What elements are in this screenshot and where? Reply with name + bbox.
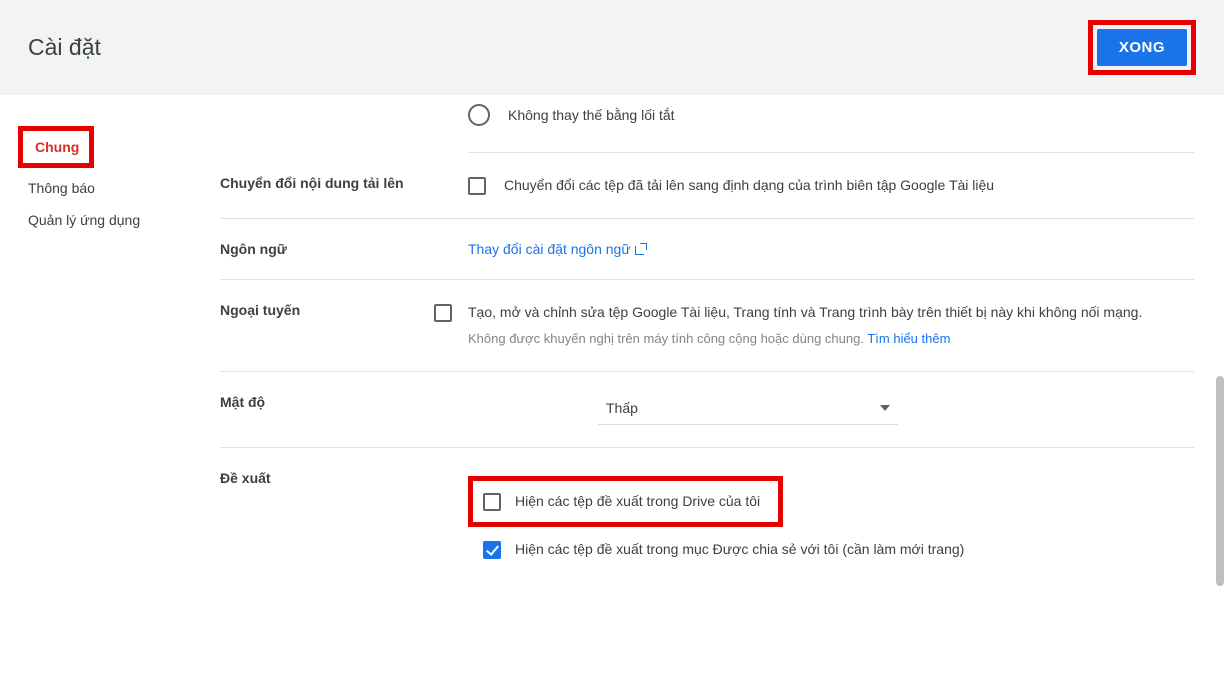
suggest-checkbox-2-label: Hiện các tệp đề xuất trong mục Được chia… xyxy=(515,539,964,560)
learn-more-link[interactable]: Tìm hiểu thêm xyxy=(867,331,950,346)
suggestions-title: Đề xuất xyxy=(220,470,468,566)
highlight-sidebar-active: Chung xyxy=(18,126,94,168)
highlight-done: XONG xyxy=(1088,20,1196,75)
section-convert-uploads: Chuyển đổi nội dung tải lên Chuyển đổi c… xyxy=(220,153,1194,219)
radio-unchecked-icon[interactable] xyxy=(468,104,490,126)
offline-title: Ngoại tuyến xyxy=(220,302,468,349)
language-title: Ngôn ngữ xyxy=(220,241,468,257)
section-offline: Ngoại tuyến Tạo, mở và chỉnh sửa tệp Goo… xyxy=(220,280,1194,372)
suggest-checkbox-1[interactable] xyxy=(483,493,501,511)
highlight-suggest-option-1: Hiện các tệp đề xuất trong Drive của tôi xyxy=(468,476,783,527)
convert-title: Chuyển đổi nội dung tải lên xyxy=(220,175,468,196)
suggest-checkbox-1-label: Hiện các tệp đề xuất trong Drive của tôi xyxy=(515,491,760,512)
convert-checkbox[interactable] xyxy=(468,177,486,195)
dialog-body: Chung Thông báo Quản lý ứng dụng Không t… xyxy=(0,96,1224,699)
offline-checkbox[interactable] xyxy=(434,304,452,322)
external-link-icon xyxy=(635,243,647,255)
sidebar-item-notifications[interactable]: Thông báo xyxy=(18,172,190,204)
dialog-header: Cài đặt XONG xyxy=(0,0,1224,96)
convert-checkbox-label: Chuyển đổi các tệp đã tải lên sang định … xyxy=(504,175,994,196)
suggest-option-1-row: Hiện các tệp đề xuất trong Drive của tôi xyxy=(468,470,1194,533)
scrollbar-thumb[interactable] xyxy=(1216,376,1224,586)
section-density: Mật độ Thấp xyxy=(220,372,1194,448)
shortcut-radio-label: Không thay thế bằng lối tắt xyxy=(508,107,675,123)
offline-hint-row: Không được khuyến nghị trên máy tính côn… xyxy=(468,329,1142,349)
sidebar-item-manage-apps[interactable]: Quản lý ứng dụng xyxy=(18,204,190,236)
section-language: Ngôn ngữ Thay đổi cài đặt ngôn ngữ xyxy=(220,219,1194,280)
language-link-text: Thay đổi cài đặt ngôn ngữ xyxy=(468,241,631,257)
offline-hint: Không được khuyến nghị trên máy tính côn… xyxy=(468,331,864,346)
section-suggestions: Đề xuất Hiện các tệp đề xuất trong Drive… xyxy=(220,448,1194,588)
sidebar-item-general[interactable]: Chung xyxy=(23,131,89,163)
page-title: Cài đặt xyxy=(28,34,101,61)
settings-content: Không thay thế bằng lối tắt Chuyển đổi n… xyxy=(190,96,1224,699)
density-select[interactable]: Thấp xyxy=(598,394,898,425)
done-button[interactable]: XONG xyxy=(1097,29,1187,66)
change-language-link[interactable]: Thay đổi cài đặt ngôn ngữ xyxy=(468,241,647,257)
chevron-down-icon xyxy=(880,405,890,411)
shortcut-radio-row: Không thay thế bằng lối tắt xyxy=(468,104,1194,153)
sidebar: Chung Thông báo Quản lý ứng dụng xyxy=(0,96,190,699)
density-value: Thấp xyxy=(606,400,638,416)
suggest-option-2-row: Hiện các tệp đề xuất trong mục Được chia… xyxy=(468,533,1194,566)
offline-checkbox-label: Tạo, mở và chỉnh sửa tệp Google Tài liệu… xyxy=(468,304,1142,320)
suggest-checkbox-2[interactable] xyxy=(483,541,501,559)
density-title: Mật độ xyxy=(220,394,468,425)
